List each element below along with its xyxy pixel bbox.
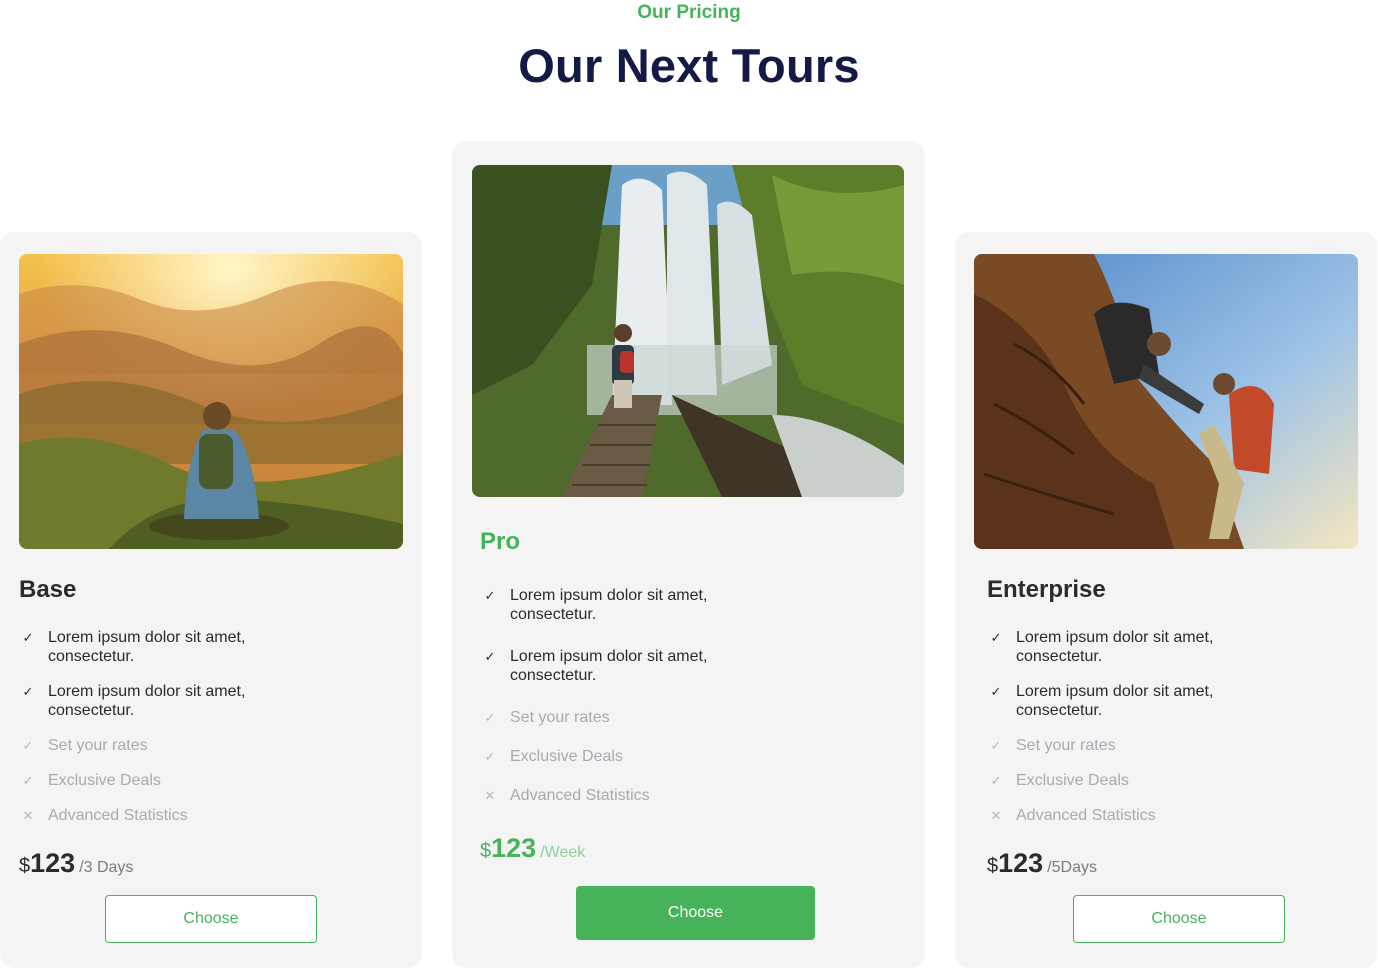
feature-item: ✓ Exclusive Deals [20,771,320,790]
feature-label: Exclusive Deals [48,772,161,789]
check-icon: ✓ [990,738,1002,753]
feature-label: Set your rates [48,737,148,754]
feature-label: Exclusive Deals [1016,772,1129,789]
pricing-card-pro: Pro ✓ Lorem ipsum dolor sit amet, consec… [452,141,925,968]
feature-label: Exclusive Deals [510,748,623,765]
feature-label: Advanced Statistics [510,787,650,804]
price-period: /3 Days [79,859,134,876]
feature-label: Lorem ipsum dolor sit amet, consectetur. [48,629,246,665]
check-icon: ✓ [22,738,34,753]
choose-button[interactable]: Choose [576,886,815,940]
feature-label: Lorem ipsum dolor sit amet, consectetur. [48,683,246,719]
section-eyebrow: Our Pricing [637,2,741,23]
plan-name: Enterprise [987,576,1106,603]
price-amount: 123 [998,848,1044,878]
feature-list: ✓ Lorem ipsum dolor sit amet, consectetu… [482,586,782,825]
feature-list: ✓ Lorem ipsum dolor sit amet, consectetu… [988,628,1288,841]
check-icon: ✓ [22,684,34,699]
tour-photo-base [19,254,403,549]
feature-item: ✓ Lorem ipsum dolor sit amet, consectetu… [20,628,320,666]
cross-icon: ✕ [990,808,1002,823]
price-period: /Week [540,844,586,861]
feature-label: Advanced Statistics [48,807,188,824]
plan-name: Base [19,576,77,603]
feature-item: ✓ Lorem ipsum dolor sit amet, consectetu… [482,647,782,685]
price-period: /5Days [1047,859,1097,876]
price: $123/5Days [987,848,1097,879]
feature-item: ✓ Exclusive Deals [482,747,782,766]
price: $123/3 Days [19,848,133,879]
cross-icon: ✕ [22,808,34,823]
check-icon: ✓ [22,773,34,788]
feature-item: ✕ Advanced Statistics [482,786,782,805]
feature-item: ✕ Advanced Statistics [20,806,320,825]
check-icon: ✓ [484,588,496,603]
check-icon: ✓ [484,710,496,725]
feature-list: ✓ Lorem ipsum dolor sit amet, consectetu… [20,628,320,841]
cross-icon: ✕ [484,788,496,803]
pricing-card-enterprise: Enterprise ✓ Lorem ipsum dolor sit amet,… [955,232,1377,968]
feature-label: Set your rates [510,709,610,726]
feature-label: Lorem ipsum dolor sit amet, consectetur. [1016,629,1214,665]
feature-label: Lorem ipsum dolor sit amet, consectetur. [1016,683,1214,719]
feature-item: ✕ Advanced Statistics [988,806,1288,825]
feature-label: Set your rates [1016,737,1116,754]
feature-item: ✓ Set your rates [988,736,1288,755]
choose-button[interactable]: Choose [1073,895,1285,943]
price-amount: 123 [491,833,537,863]
feature-item: ✓ Lorem ipsum dolor sit amet, consectetu… [482,586,782,624]
feature-item: ✓ Lorem ipsum dolor sit amet, consectetu… [20,682,320,720]
feature-item: ✓ Set your rates [482,708,782,727]
price: $123/Week [480,833,585,864]
feature-item: ✓ Lorem ipsum dolor sit amet, consectetu… [988,628,1288,666]
page-title: Our Next Tours [518,39,860,92]
check-icon: ✓ [990,773,1002,788]
pricing-card-base: Base ✓ Lorem ipsum dolor sit amet, conse… [0,232,422,968]
check-icon: ✓ [22,630,34,645]
feature-item: ✓ Lorem ipsum dolor sit amet, consectetu… [988,682,1288,720]
feature-label: Advanced Statistics [1016,807,1156,824]
check-icon: ✓ [484,649,496,664]
feature-item: ✓ Exclusive Deals [988,771,1288,790]
price-amount: 123 [30,848,76,878]
tour-photo-enterprise [974,254,1358,549]
feature-label: Lorem ipsum dolor sit amet, consectetur. [510,587,708,623]
check-icon: ✓ [484,749,496,764]
plan-name: Pro [480,528,521,555]
check-icon: ✓ [990,684,1002,699]
feature-label: Lorem ipsum dolor sit amet, consectetur. [510,648,708,684]
price-currency: $ [480,840,492,862]
choose-button[interactable]: Choose [105,895,317,943]
check-icon: ✓ [990,630,1002,645]
tour-photo-pro [472,165,904,497]
feature-item: ✓ Set your rates [20,736,320,755]
price-currency: $ [19,855,31,877]
price-currency: $ [987,855,999,877]
